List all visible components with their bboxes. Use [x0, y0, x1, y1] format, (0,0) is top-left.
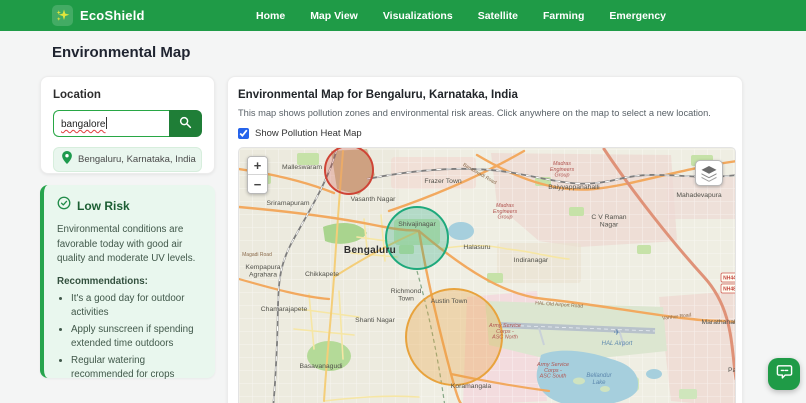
map-label: Shanti Nagar: [355, 317, 395, 324]
location-search-group: bangalore: [53, 110, 202, 137]
nav-links: Home Map View Visualizations Satellite F…: [256, 0, 666, 31]
svg-text:NH44: NH44: [723, 276, 736, 282]
page-title: Environmental Map: [52, 44, 191, 61]
highway-badge: NH48: [720, 283, 736, 294]
map-zoom-control: + −: [247, 156, 268, 194]
location-card: Location bangalore Bengaluru, Karnataka,…: [40, 76, 215, 174]
map-label: Mahadevapura: [676, 192, 722, 199]
risk-description: Environmental conditions are favorable t…: [57, 224, 196, 265]
map-label: Indiranagar: [514, 257, 549, 264]
nav-item-home[interactable]: Home: [256, 10, 285, 22]
sparkles-icon: [52, 5, 73, 26]
map-label: Marathahalli: [701, 319, 736, 326]
map-card-title: Environmental Map for Bengaluru, Karnata…: [238, 89, 518, 101]
recommendations-list: It's a good day for outdoor activities A…: [57, 292, 203, 381]
chat-button[interactable]: [768, 358, 800, 390]
map-label: Chamarajapete: [261, 306, 308, 313]
map-label: Magadi Road: [242, 252, 272, 258]
heatmap-checkbox-label[interactable]: Show Pollution Heat Map: [255, 128, 362, 139]
pollution-zone-red[interactable]: [324, 148, 374, 195]
map-label: HAL Airport: [602, 341, 633, 347]
map-label: Austin Town: [431, 298, 468, 305]
search-button[interactable]: [169, 110, 202, 137]
navbar: EcoShield Home Map View Visualizations S…: [0, 0, 806, 31]
recommendation-item: Apply sunscreen if spending extended tim…: [71, 323, 203, 351]
selected-location-chip: Bengaluru, Karnataka, India: [53, 147, 202, 172]
location-card-title: Location: [53, 89, 101, 101]
recommendation-item: Regular watering recommended for crops: [71, 354, 203, 382]
risk-card: Low Risk Environmental conditions are fa…: [40, 185, 215, 381]
zoom-in-button[interactable]: +: [248, 157, 267, 175]
highway-badge: NH44: [720, 272, 736, 283]
svg-text:NH48: NH48: [723, 287, 736, 293]
ecoshield-app: EcoShield Home Map View Visualizations S…: [0, 0, 806, 403]
recommendations-title: Recommendations:: [57, 276, 148, 288]
map-label: Basavanagudi: [299, 363, 343, 370]
map-label: Sriramapuram: [266, 200, 309, 207]
map-label: Chikkapete: [305, 271, 339, 278]
check-circle-icon: [57, 196, 71, 215]
nav-item-visualizations[interactable]: Visualizations: [383, 10, 453, 22]
map-label: Pan: [728, 367, 736, 374]
map-label: Kempapura Agrahara: [245, 264, 280, 279]
text-cursor: [106, 117, 108, 129]
map-label: Baiyyappanahalli: [548, 184, 600, 191]
layers-icon: [700, 165, 718, 182]
map-label: Halasuru: [463, 244, 490, 251]
risk-level-label: Low Risk: [77, 198, 130, 213]
map-label: Shivajinagar: [398, 221, 436, 228]
heatmap-toggle-row: Show Pollution Heat Map: [238, 128, 733, 139]
location-search-input[interactable]: bangalore: [53, 110, 169, 137]
chat-bubble-icon: [776, 363, 793, 385]
pollution-zone-teal[interactable]: [385, 206, 449, 270]
brand-name: EcoShield: [80, 8, 145, 23]
layers-control[interactable]: [695, 160, 723, 186]
heatmap-checkbox[interactable]: [238, 128, 249, 139]
map-card: Environmental Map for Bengaluru, Karnata…: [227, 76, 743, 403]
magnifier-icon: [179, 116, 192, 132]
search-input-value: bangalore: [61, 119, 106, 130]
map-label: Vasanth Nagar: [351, 196, 397, 203]
selected-location-text: Bengaluru, Karnataka, India: [78, 154, 196, 165]
map-label: Bengaluru: [344, 245, 396, 256]
airplane-icon: ✈: [614, 328, 621, 337]
brand[interactable]: EcoShield: [52, 5, 145, 26]
map-base-art: NH44 NH48 Malleswaram Frazer Town Vasanth N…: [239, 148, 736, 403]
map-label: Frazer Town: [424, 178, 461, 185]
nav-item-map-view[interactable]: Map View: [310, 10, 358, 22]
nav-item-emergency[interactable]: Emergency: [609, 10, 666, 22]
nav-item-farming[interactable]: Farming: [543, 10, 584, 22]
map-card-subtitle: This map shows pollution zones and envir…: [238, 108, 711, 118]
map-pin-icon: [62, 150, 72, 169]
risk-card-header: Low Risk: [57, 196, 203, 215]
recommendation-item: It's a good day for outdoor activities: [71, 292, 203, 320]
nav-item-satellite[interactable]: Satellite: [478, 10, 518, 22]
map-canvas[interactable]: NH44 NH48 Malleswaram Frazer Town Vasanth N…: [238, 147, 736, 403]
map-label: Malleswaram: [282, 164, 322, 171]
zoom-out-button[interactable]: −: [248, 175, 267, 193]
map-label: Koramangala: [451, 383, 492, 390]
